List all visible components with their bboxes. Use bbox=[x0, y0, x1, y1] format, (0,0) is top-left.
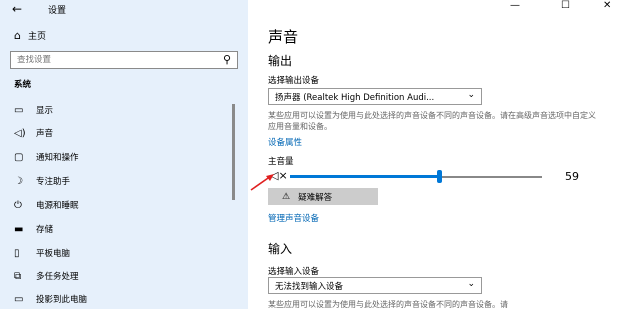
sidebar-scrollbar[interactable] bbox=[232, 104, 235, 200]
back-arrow-icon[interactable]: ← bbox=[12, 2, 22, 16]
volume-label: 主音量 bbox=[268, 157, 294, 167]
sidebar-item-tablet[interactable]: ▯ 平板电脑 bbox=[14, 242, 234, 264]
project-icon: ▭ bbox=[14, 293, 24, 305]
output-description: 某些应用可以设置为使用与此处选择的声音设备不同的声音设备。请在高级声音选项中自定… bbox=[268, 111, 596, 131]
sidebar-item-label: 投影到此电脑 bbox=[36, 295, 88, 305]
minimize-icon[interactable]: — bbox=[510, 0, 520, 11]
sidebar-item-storage[interactable]: ▬ 存储 bbox=[14, 218, 234, 240]
moon-icon: ☽ bbox=[14, 175, 23, 187]
sidebar-item-label: 通知和操作 bbox=[36, 153, 79, 163]
chevron-down-icon: ⌄ bbox=[467, 279, 475, 289]
input-description: 某些应用可以设置为使用与此处选择的声音设备不同的声音设备。请 bbox=[268, 300, 508, 309]
sidebar: ← 设置 ⌂ 主页 ⚲ 系统 ▭ 显示 ◁) 声音 ▢ 通知和操作 ☽ 专注助手… bbox=[0, 0, 248, 309]
volume-track-fill bbox=[290, 175, 439, 178]
annotation-arrow-icon bbox=[250, 174, 274, 191]
sidebar-item-label: 专注助手 bbox=[36, 177, 71, 187]
page-title: 声音 bbox=[268, 28, 299, 46]
window-title: 设置 bbox=[48, 6, 67, 16]
storage-icon: ▬ bbox=[14, 223, 24, 235]
chevron-down-icon: ⌄ bbox=[467, 90, 475, 100]
input-device-value: 无法找到输入设备 bbox=[275, 282, 344, 292]
manage-devices-link[interactable]: 管理声音设备 bbox=[268, 212, 319, 224]
sidebar-item-sound[interactable]: ◁) 声音 bbox=[14, 122, 234, 144]
sidebar-item-label: 多任务处理 bbox=[36, 272, 79, 282]
sidebar-item-focus-assist[interactable]: ☽ 专注助手 bbox=[14, 170, 234, 192]
sidebar-item-notifications[interactable]: ▢ 通知和操作 bbox=[14, 146, 234, 168]
sidebar-item-multitasking[interactable]: ⧉ 多任务处理 bbox=[14, 265, 234, 287]
section-title: 系统 bbox=[14, 80, 32, 90]
monitor-icon: ▭ bbox=[14, 104, 24, 116]
output-device-select[interactable]: 扬声器 (Realtek High Definition Audi... ⌄ bbox=[268, 88, 482, 105]
output-device-label: 选择输出设备 bbox=[268, 76, 320, 86]
home-link[interactable]: ⌂ 主页 bbox=[14, 29, 46, 42]
warning-icon: ⚠ bbox=[282, 191, 291, 202]
sidebar-item-project[interactable]: ▭ 投影到此电脑 bbox=[14, 288, 234, 310]
device-properties-link[interactable]: 设备属性 bbox=[268, 136, 302, 148]
power-icon: ⏻ bbox=[14, 199, 22, 211]
troubleshoot-label: 疑难解答 bbox=[298, 192, 333, 203]
multitask-icon: ⧉ bbox=[14, 270, 22, 282]
home-label: 主页 bbox=[28, 32, 47, 42]
search-box[interactable]: ⚲ bbox=[10, 51, 238, 69]
close-icon[interactable]: ✕ bbox=[603, 0, 611, 11]
input-heading: 输入 bbox=[268, 242, 293, 256]
title-bar: ← 设置 bbox=[0, 0, 248, 18]
main-content: — ☐ ✕ 声音 输出 选择输出设备 扬声器 (Realtek High Def… bbox=[248, 0, 620, 309]
speaker-icon: ◁) bbox=[14, 127, 26, 139]
notification-icon: ▢ bbox=[14, 151, 24, 163]
home-icon: ⌂ bbox=[14, 29, 21, 42]
sidebar-item-display[interactable]: ▭ 显示 bbox=[14, 99, 234, 121]
volume-row: ◁× 59 bbox=[268, 168, 608, 186]
volume-value: 59 bbox=[565, 170, 579, 183]
output-heading: 输出 bbox=[268, 54, 293, 68]
sidebar-item-label: 声音 bbox=[36, 129, 54, 139]
input-device-label: 选择输入设备 bbox=[268, 267, 320, 277]
sidebar-item-label: 显示 bbox=[36, 106, 54, 116]
tablet-icon: ▯ bbox=[14, 247, 20, 259]
sidebar-item-power[interactable]: ⏻ 电源和睡眠 bbox=[14, 194, 234, 216]
search-input[interactable] bbox=[17, 55, 207, 65]
sidebar-item-label: 电源和睡眠 bbox=[36, 201, 79, 211]
search-icon[interactable]: ⚲ bbox=[223, 53, 231, 66]
sidebar-item-label: 平板电脑 bbox=[36, 249, 71, 259]
output-device-value: 扬声器 (Realtek High Definition Audi... bbox=[275, 93, 435, 103]
maximize-icon[interactable]: ☐ bbox=[561, 0, 570, 11]
input-device-select[interactable]: 无法找到输入设备 ⌄ bbox=[268, 277, 482, 294]
sidebar-item-label: 存储 bbox=[36, 225, 54, 235]
troubleshoot-button[interactable]: ⚠ 疑难解答 bbox=[268, 188, 378, 205]
volume-slider-thumb[interactable] bbox=[436, 170, 442, 183]
